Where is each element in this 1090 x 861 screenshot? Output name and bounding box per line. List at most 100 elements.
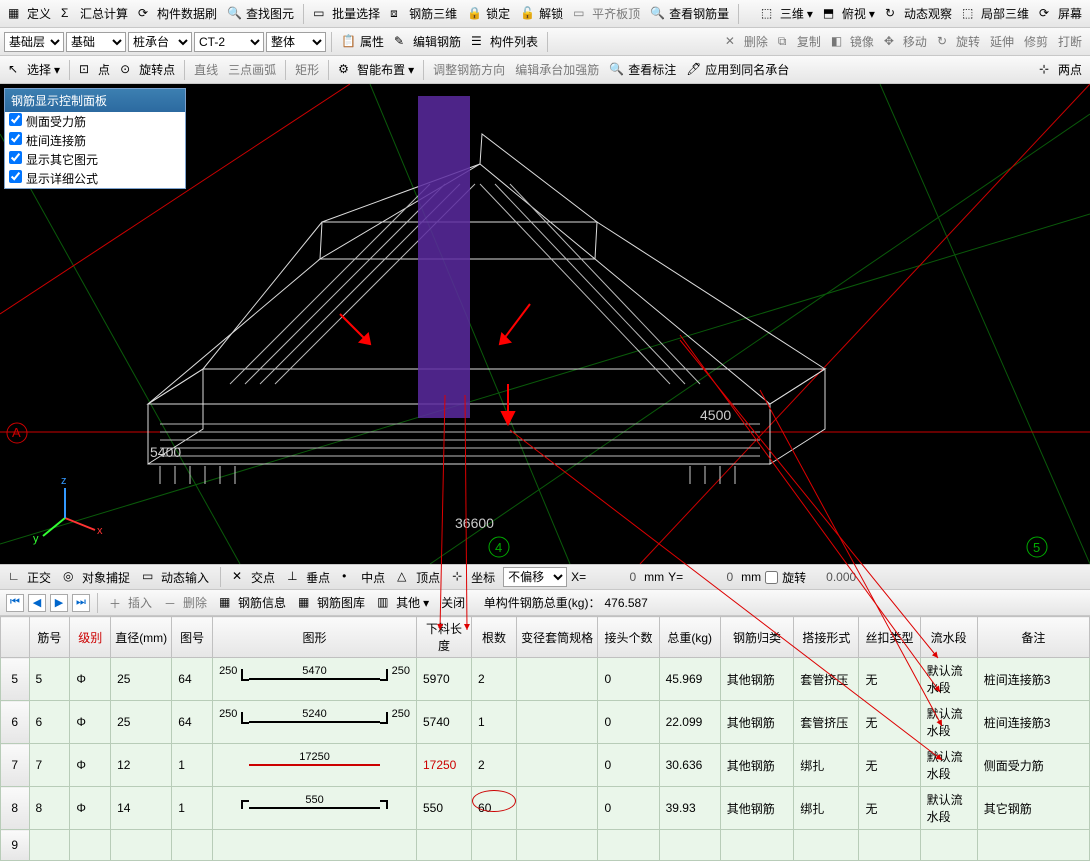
cell[interactable] — [516, 701, 598, 744]
cell[interactable]: 其它钢筋 — [977, 787, 1089, 830]
rotate-button[interactable]: ↻旋转 — [933, 31, 984, 52]
cell[interactable] — [920, 830, 977, 861]
cell[interactable]: 其他钢筋 — [720, 787, 793, 830]
cell[interactable]: 其他钢筋 — [720, 744, 793, 787]
cell[interactable] — [516, 744, 598, 787]
panel-item[interactable]: 桩间连接筋 — [5, 131, 185, 150]
cell[interactable]: 套管挤压 — [794, 701, 859, 744]
top-button[interactable]: ⬒俯视▾ — [819, 3, 879, 24]
col-header[interactable]: 备注 — [977, 617, 1089, 658]
category-select[interactable]: 基础 — [66, 32, 126, 52]
cell[interactable] — [516, 830, 598, 861]
cell[interactable]: 默认流 水段 — [920, 787, 977, 830]
panel-item[interactable]: 显示详细公式 — [5, 169, 185, 188]
first-button[interactable]: ⏮ — [6, 594, 24, 612]
cell[interactable]: 1 — [472, 701, 517, 744]
break-button[interactable]: 打断 — [1054, 31, 1086, 52]
sum-button[interactable]: Σ汇总计算 — [57, 3, 132, 24]
cell[interactable]: 550 — [416, 787, 471, 830]
cell[interactable] — [516, 658, 598, 701]
unlock-button[interactable]: 🔓解锁 — [516, 3, 567, 24]
cell[interactable]: 绑扎 — [794, 787, 859, 830]
col-header[interactable]: 钢筋归类 — [720, 617, 793, 658]
cell[interactable]: 默认流 水段 — [920, 701, 977, 744]
last-button[interactable]: ⏭ — [72, 594, 90, 612]
cell[interactable]: 1 — [172, 787, 213, 830]
col-header[interactable]: 直径(mm) — [111, 617, 172, 658]
cell[interactable] — [859, 830, 920, 861]
select-button[interactable]: ↖选择▾ — [4, 59, 64, 80]
define-button[interactable]: ▦定义 — [4, 3, 55, 24]
whole-select[interactable]: 整体 — [266, 32, 326, 52]
cell[interactable]: 5970 — [416, 658, 471, 701]
cell[interactable]: 2 — [472, 744, 517, 787]
cell[interactable]: 默认流 水段 — [920, 658, 977, 701]
cell[interactable]: 0 — [598, 744, 659, 787]
cell[interactable]: 7 — [1, 744, 30, 787]
cell[interactable]: 6 — [1, 701, 30, 744]
adjust-button[interactable]: 调整钢筋方向 — [429, 59, 509, 80]
extend-button[interactable]: 延伸 — [986, 31, 1018, 52]
rot-check[interactable] — [765, 571, 778, 584]
panel-item[interactable]: 侧面受力筋 — [5, 112, 185, 131]
mirror-button[interactable]: ◧镜像 — [827, 31, 878, 52]
cell[interactable] — [70, 830, 111, 861]
cell[interactable]: 侧面受力筋 — [977, 744, 1089, 787]
panel-check[interactable] — [9, 151, 22, 164]
smart-button[interactable]: ⚙智能布置▾ — [334, 59, 418, 80]
cell[interactable] — [794, 830, 859, 861]
cell[interactable]: 550 — [213, 787, 417, 830]
cell[interactable]: 其他钢筋 — [720, 658, 793, 701]
col-header[interactable] — [1, 617, 30, 658]
col-header[interactable]: 接头个数 — [598, 617, 659, 658]
applysame-button[interactable]: 🖊应用到同名承台 — [682, 59, 793, 80]
rebar-display-panel[interactable]: 钢筋显示控制面板 侧面受力筋桩间连接筋显示其它图元显示详细公式 — [4, 88, 186, 189]
cell[interactable]: 60 — [472, 787, 517, 830]
cell[interactable]: 12 — [111, 744, 172, 787]
cell[interactable]: 桩间连接筋3 — [977, 658, 1089, 701]
ortho-toggle[interactable]: ∟正交 — [4, 567, 55, 588]
cell[interactable]: 无 — [859, 658, 920, 701]
cell[interactable]: 1 — [172, 744, 213, 787]
zb-button[interactable]: ⊹坐标 — [448, 567, 499, 588]
cell[interactable]: 39.93 — [659, 787, 720, 830]
table-row[interactable]: 55Φ2564250547025059702045.969其他钢筋套管挤压无默认… — [1, 658, 1090, 701]
editcap-button[interactable]: 编辑承台加强筋 — [511, 59, 603, 80]
panel-check[interactable] — [9, 113, 22, 126]
copy-button[interactable]: ⧉复制 — [774, 31, 825, 52]
cell[interactable] — [598, 830, 659, 861]
type-select[interactable]: 桩承台 — [128, 32, 192, 52]
cell[interactable]: 5 — [29, 658, 70, 701]
cell[interactable] — [977, 830, 1089, 861]
offset-select[interactable]: 不偏移 — [503, 567, 567, 587]
col-header[interactable]: 图形 — [213, 617, 417, 658]
findview-button[interactable]: 🔍查找图元 — [223, 3, 298, 24]
trim-button[interactable]: 修剪 — [1020, 31, 1052, 52]
col-header[interactable]: 根数 — [472, 617, 517, 658]
batch-button[interactable]: ▭批量选择 — [309, 3, 384, 24]
move-button[interactable]: ✥移动 — [880, 31, 931, 52]
delete-button[interactable]: ✕删除 — [721, 31, 772, 52]
rebar-table[interactable]: 筋号级别直径(mm)图号图形下料长度根数变径套筒规格接头个数总重(kg)钢筋归类… — [0, 616, 1090, 861]
col-header[interactable]: 总重(kg) — [659, 617, 720, 658]
cell[interactable] — [172, 830, 213, 861]
cell[interactable]: 其他钢筋 — [720, 701, 793, 744]
cell[interactable]: 14 — [111, 787, 172, 830]
panel-check[interactable] — [9, 132, 22, 145]
cell[interactable]: Φ — [70, 787, 111, 830]
lib-button[interactable]: ▦钢筋图库 — [294, 592, 369, 613]
cell[interactable]: 6 — [29, 701, 70, 744]
col-header[interactable]: 变径套筒规格 — [516, 617, 598, 658]
point-button[interactable]: ⊡点 — [75, 59, 114, 80]
twopoint-button[interactable]: ⊹两点 — [1035, 59, 1086, 80]
cell[interactable] — [213, 830, 417, 861]
cell[interactable]: 25 — [111, 658, 172, 701]
lock-button[interactable]: 🔒锁定 — [463, 3, 514, 24]
cell[interactable]: Φ — [70, 701, 111, 744]
screen-button[interactable]: ⟳屏幕 — [1035, 3, 1086, 24]
prev-button[interactable]: ◀ — [28, 594, 46, 612]
editrebar-button[interactable]: ✎编辑钢筋 — [390, 31, 465, 52]
col-header[interactable]: 搭接形式 — [794, 617, 859, 658]
dd-button[interactable]: △顶点 — [393, 567, 444, 588]
snap-toggle[interactable]: ◎对象捕捉 — [59, 567, 134, 588]
